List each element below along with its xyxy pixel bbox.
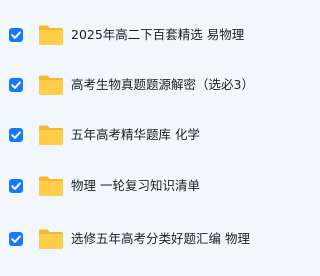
checkmark-icon — [11, 81, 21, 89]
checkmark-icon — [11, 235, 21, 243]
checkmark-icon — [11, 31, 21, 39]
file-row[interactable]: 物理 一轮复习知识清单 — [0, 169, 252, 203]
checkbox-checked[interactable] — [9, 78, 23, 92]
checkbox-checked[interactable] — [9, 179, 23, 193]
checkmark-icon — [11, 182, 21, 190]
file-row[interactable]: 选修五年高考分类好题汇编 物理 — [0, 222, 252, 256]
checkmark-icon — [11, 131, 21, 139]
file-list: 2025年高二下百套精选 易物理 高考生物真题题源解密（选必3） 五年高考精华题… — [0, 0, 254, 276]
folder-icon — [38, 124, 64, 146]
file-row[interactable]: 五年高考精华题库 化学 — [0, 118, 252, 152]
file-name[interactable]: 高考生物真题题源解密（选必3） — [71, 76, 254, 94]
folder-icon — [38, 74, 64, 96]
folder-icon — [38, 175, 64, 197]
checkbox-checked[interactable] — [9, 128, 23, 142]
file-row[interactable]: 2025年高二下百套精选 易物理 — [0, 18, 252, 52]
file-name[interactable]: 五年高考精华题库 化学 — [71, 126, 200, 144]
folder-icon — [38, 24, 64, 46]
file-name[interactable]: 物理 一轮复习知识清单 — [71, 177, 200, 195]
file-name[interactable]: 2025年高二下百套精选 易物理 — [71, 26, 244, 44]
checkbox-checked[interactable] — [9, 28, 23, 42]
file-name[interactable]: 选修五年高考分类好题汇编 物理 — [71, 230, 250, 248]
file-row[interactable]: 高考生物真题题源解密（选必3） — [0, 68, 254, 102]
folder-icon — [38, 228, 64, 250]
checkbox-checked[interactable] — [9, 232, 23, 246]
